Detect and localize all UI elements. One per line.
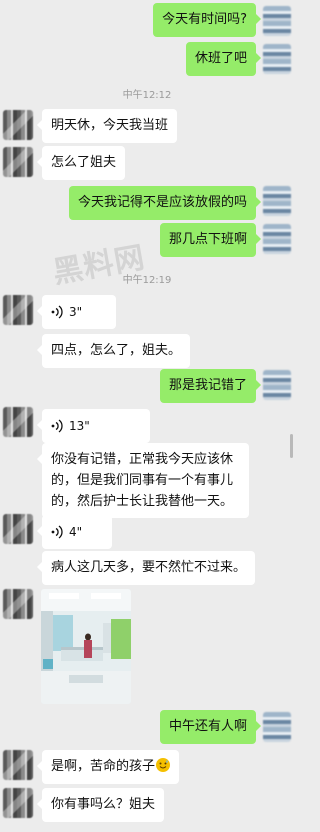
- voice-wave-icon: [51, 525, 63, 539]
- avatar-contact[interactable]: [3, 514, 33, 544]
- message-bubble-sent[interactable]: 那是我记错了: [159, 369, 262, 403]
- voice-duration: 4": [69, 525, 83, 539]
- message-bubble-received[interactable]: 是啊，苦命的孩子: [36, 750, 180, 784]
- avatar-contact[interactable]: [3, 750, 33, 780]
- avatar-self[interactable]: [263, 224, 291, 254]
- voice-message[interactable]: 13": [37, 409, 150, 443]
- voice-message[interactable]: 3": [37, 295, 116, 329]
- avatar-contact[interactable]: [3, 295, 33, 325]
- message-bubble-received[interactable]: 你没有记错，正常我今天应该休的，但是我们同事有一个有事儿的，然后护士长让我替他一…: [37, 443, 249, 518]
- voice-message[interactable]: 4": [37, 515, 112, 549]
- timestamp: 中午12:12: [122, 90, 172, 101]
- hospital-ward-photo[interactable]: [41, 589, 131, 704]
- voice-duration: 13": [69, 419, 90, 433]
- avatar-contact[interactable]: [3, 110, 33, 140]
- avatar-self[interactable]: [263, 370, 291, 400]
- avatar-self[interactable]: [263, 44, 291, 74]
- avatar-contact[interactable]: [3, 589, 33, 619]
- voice-wave-icon: [51, 419, 63, 433]
- avatar-self[interactable]: [263, 712, 291, 742]
- message-bubble-received[interactable]: 病人这几天多，要不然忙不过来。: [36, 551, 256, 585]
- message-bubble-received[interactable]: 四点，怎么了，姐夫。: [36, 334, 191, 368]
- message-bubble-received[interactable]: 怎么了姐夫: [36, 146, 126, 180]
- message-bubble-received[interactable]: 你有事吗么？姐夫: [36, 788, 165, 822]
- photo-content: [41, 589, 131, 704]
- avatar-self[interactable]: [263, 6, 291, 36]
- voice-wave-icon: [51, 305, 63, 319]
- message-bubble-sent[interactable]: 休班了吧: [185, 42, 262, 76]
- voice-duration: 3": [69, 305, 83, 319]
- message-text: 是啊，苦命的孩子: [51, 759, 156, 774]
- message-bubble-sent[interactable]: 中午还有人啊: [159, 710, 262, 744]
- sweat-smile-emoji: [156, 758, 171, 772]
- message-bubble-sent[interactable]: 那几点下班啊: [159, 223, 262, 257]
- message-bubble-sent[interactable]: 今天我记得不是应该放假的吗: [68, 186, 262, 220]
- timestamp: 中午12:19: [122, 275, 172, 286]
- avatar-contact[interactable]: [3, 788, 33, 818]
- avatar-contact[interactable]: [3, 407, 33, 437]
- message-bubble-sent[interactable]: 今天有时间吗?: [153, 3, 261, 37]
- avatar-self[interactable]: [263, 186, 291, 216]
- avatar-contact[interactable]: [3, 147, 33, 177]
- message-bubble-received[interactable]: 明天休，今天我当班: [36, 109, 178, 143]
- scrollbar[interactable]: [290, 434, 293, 458]
